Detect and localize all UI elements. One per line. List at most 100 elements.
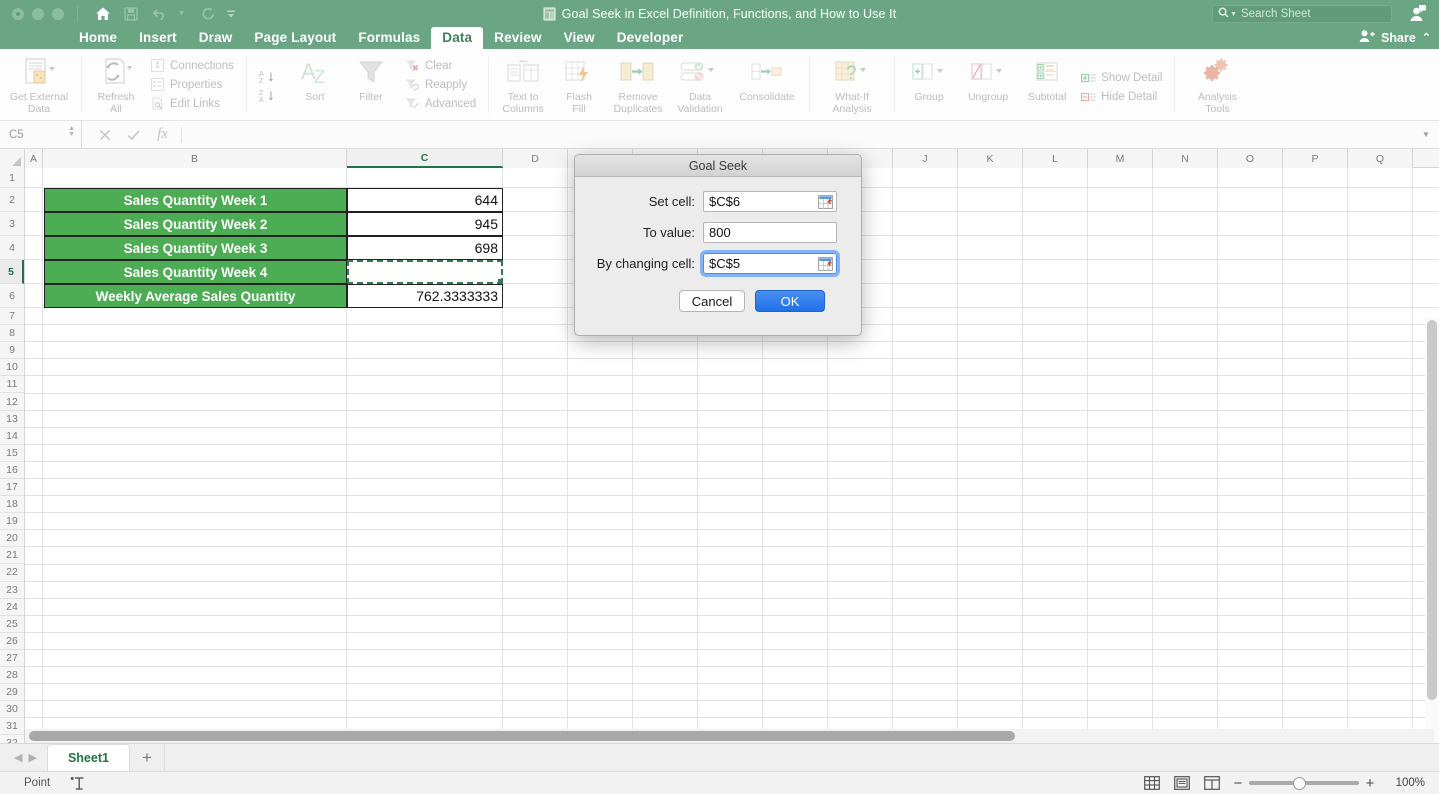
show-detail-button[interactable]: Show Detail [1077, 69, 1166, 88]
zoom-in-button[interactable]: + [1359, 775, 1381, 792]
sort-ascending-button[interactable]: AZ [255, 68, 285, 87]
text-to-columns-button[interactable]: Text to Columns [495, 49, 551, 120]
undo-icon[interactable] [145, 3, 173, 25]
normal-view-icon[interactable] [1137, 773, 1167, 793]
column-header-P[interactable]: P [1283, 149, 1348, 168]
table-row-label[interactable]: Sales Quantity Week 3 [44, 236, 347, 260]
subtotal-button[interactable]: Subtotal [1019, 49, 1075, 120]
maximize-window-button[interactable] [52, 7, 64, 20]
row-header-26[interactable]: 26 [0, 632, 24, 650]
confirm-check-icon[interactable] [119, 122, 148, 148]
row-header-15[interactable]: 15 [0, 444, 24, 462]
connections-button[interactable]: Connections [146, 56, 238, 75]
column-header-K[interactable]: K [958, 149, 1023, 168]
search-input[interactable]: ▼ Search Sheet [1212, 5, 1392, 23]
reapply-filter-button[interactable]: Reapply [401, 75, 480, 94]
column-header-O[interactable]: O [1218, 149, 1283, 168]
row-header-12[interactable]: 12 [0, 393, 24, 411]
chevron-up-icon[interactable]: ⌃ [1422, 31, 1431, 44]
analysis-tools-button[interactable]: Analysis Tools [1181, 49, 1253, 120]
active-cell-c5[interactable] [347, 260, 503, 284]
consolidate-button[interactable]: Consolidate [731, 49, 803, 120]
tab-data[interactable]: Data [431, 27, 484, 49]
range-selector-icon[interactable] [818, 195, 833, 209]
name-box[interactable]: C5 ▲ ▼ [0, 121, 82, 148]
row-header-21[interactable]: 21 [0, 547, 24, 565]
customize-toolbar-icon[interactable] [221, 3, 241, 25]
formula-input[interactable] [182, 122, 1413, 148]
table-row-value[interactable]: 644 [347, 188, 503, 212]
table-row-value[interactable]: 762.3333333 [347, 284, 503, 308]
row-header-22[interactable]: 22 [0, 564, 24, 582]
column-header-M[interactable]: M [1088, 149, 1153, 168]
row-header-20[interactable]: 20 [0, 530, 24, 548]
tab-view[interactable]: View [553, 27, 606, 49]
row-header-6[interactable]: 6 [0, 284, 24, 308]
horizontal-scrollbar[interactable] [25, 729, 1434, 743]
row-header-2[interactable]: 2 [0, 188, 24, 212]
tab-home[interactable]: Home [68, 27, 128, 49]
save-icon[interactable] [117, 3, 145, 25]
expand-formula-bar-icon[interactable]: ▼ [1413, 122, 1439, 148]
row-header-17[interactable]: 17 [0, 478, 24, 497]
tab-draw[interactable]: Draw [188, 27, 244, 49]
row-header-9[interactable]: 9 [0, 342, 24, 360]
row-header-31[interactable]: 31 [0, 718, 24, 736]
sort-descending-button[interactable]: ZA [255, 87, 285, 106]
hide-detail-button[interactable]: Hide Detail [1077, 88, 1166, 107]
by-changing-cell-input[interactable]: $C$5 [700, 250, 840, 277]
sheet-tab-sheet1[interactable]: Sheet1 [46, 744, 130, 771]
vertical-scroll-thumb[interactable] [1427, 320, 1437, 700]
add-sheet-button[interactable]: + [130, 748, 164, 768]
row-header-24[interactable]: 24 [0, 598, 24, 616]
zoom-slider[interactable] [1249, 773, 1359, 793]
advanced-filter-button[interactable]: Advanced [401, 94, 480, 113]
page-break-view-icon[interactable] [1197, 773, 1227, 793]
column-header-A[interactable]: A [25, 149, 43, 168]
table-row-value[interactable]: 698 [347, 236, 503, 260]
range-selector-icon[interactable] [818, 257, 833, 271]
close-window-button[interactable] [12, 7, 24, 20]
tab-page-layout[interactable]: Page Layout [243, 27, 347, 49]
column-header-N[interactable]: N [1153, 149, 1218, 168]
next-sheet-icon[interactable]: ▶ [28, 751, 36, 764]
redo-icon[interactable] [193, 3, 221, 25]
to-value-input[interactable]: 800 [703, 222, 837, 243]
row-header-7[interactable]: 7 [0, 308, 24, 326]
table-row-label[interactable]: Weekly Average Sales Quantity [44, 284, 347, 308]
ok-button[interactable]: OK [755, 290, 825, 312]
data-validation-button[interactable]: Data Validation [669, 49, 731, 120]
home-icon[interactable] [89, 3, 117, 25]
row-header-16[interactable]: 16 [0, 461, 24, 479]
tab-review[interactable]: Review [483, 27, 552, 49]
row-header-11[interactable]: 11 [0, 376, 24, 394]
row-header-23[interactable]: 23 [0, 581, 24, 599]
row-header-19[interactable]: 19 [0, 513, 24, 531]
tab-formulas[interactable]: Formulas [347, 27, 431, 49]
row-header-25[interactable]: 25 [0, 615, 24, 633]
table-row-label[interactable]: Sales Quantity Week 4 [44, 260, 347, 284]
column-header-B[interactable]: B [43, 149, 347, 168]
column-header-J[interactable]: J [893, 149, 958, 168]
minimize-window-button[interactable] [32, 7, 44, 20]
window-controls[interactable] [12, 7, 64, 20]
insert-function-icon[interactable]: fx [148, 122, 177, 148]
chevron-down-icon[interactable]: ▼ [1230, 11, 1237, 18]
table-row-value[interactable]: 945 [347, 212, 503, 236]
cancel-x-icon[interactable] [90, 122, 119, 148]
table-row-label[interactable]: Sales Quantity Week 1 [44, 188, 347, 212]
ungroup-button[interactable]: Ungroup [957, 49, 1019, 120]
zoom-slider-handle[interactable] [1293, 776, 1306, 790]
set-cell-input[interactable]: $C$6 [703, 191, 837, 212]
tab-developer[interactable]: Developer [606, 27, 695, 49]
row-header-30[interactable]: 30 [0, 701, 24, 719]
column-header-C[interactable]: C [347, 149, 503, 168]
share-button[interactable]: Share ⌃ [1359, 29, 1431, 46]
row-header-14[interactable]: 14 [0, 427, 24, 445]
row-header-4[interactable]: 4 [0, 236, 24, 260]
vertical-scrollbar[interactable] [1425, 317, 1439, 743]
row-header-8[interactable]: 8 [0, 325, 24, 343]
row-header-32[interactable]: 32 [0, 735, 24, 743]
row-header-3[interactable]: 3 [0, 212, 24, 236]
table-row-label[interactable]: Sales Quantity Week 2 [44, 212, 347, 236]
